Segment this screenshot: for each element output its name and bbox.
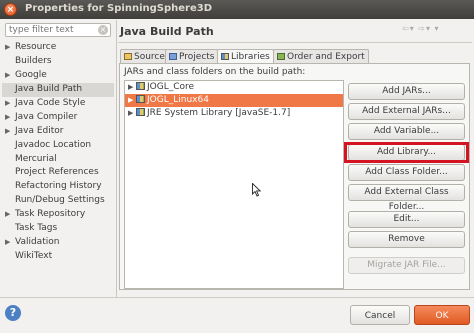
- expand-arrow-icon[interactable]: ▶: [5, 208, 10, 222]
- nav-item-builders[interactable]: Builders: [2, 55, 114, 69]
- title-bar: × Properties for SpinningSphere3D: [0, 0, 474, 19]
- nav-item-wikitext[interactable]: WikiText: [2, 250, 114, 264]
- expand-arrow-icon[interactable]: ▶: [5, 41, 10, 55]
- history-navigation: ⇦▾ ⇨▾ ▾: [402, 24, 440, 33]
- library-entry-label: JRE System Library [JavaSE-1.7]: [147, 108, 291, 118]
- migrate-jar-button: Migrate JAR File...: [348, 257, 465, 274]
- nav-item-task-tags[interactable]: Task Tags: [2, 222, 114, 236]
- library-entry-label: JOGL_Linux64: [147, 95, 209, 105]
- add-library-highlight-box: [344, 142, 469, 163]
- library-entry-jre-system-library[interactable]: ▶ JRE System Library [JavaSE-1.7]: [125, 107, 343, 120]
- nav-item-label: Task Repository: [15, 209, 86, 220]
- nav-item-validation[interactable]: ▶ Validation: [2, 236, 114, 250]
- window-title: Properties for SpinningSphere3D: [25, 3, 213, 14]
- tab-label: Source: [134, 52, 165, 62]
- nav-item-task-repository[interactable]: ▶ Task Repository: [2, 208, 114, 222]
- expand-arrow-icon[interactable]: ▶: [5, 111, 10, 125]
- nav-item-label: Validation: [15, 237, 60, 248]
- window-close-icon[interactable]: ×: [4, 3, 17, 16]
- add-variable-button[interactable]: Add Variable...: [348, 123, 465, 140]
- expand-arrow-icon[interactable]: ▶: [128, 81, 135, 94]
- header-divider: [118, 42, 472, 43]
- nav-item-mercurial[interactable]: Mercurial: [2, 153, 114, 167]
- nav-item-label: WikiText: [15, 251, 53, 262]
- nav-item-java-build-path[interactable]: Java Build Path: [2, 82, 114, 97]
- library-icon: [136, 108, 145, 116]
- filter-field[interactable]: ×: [5, 23, 111, 37]
- tab-label: Order and Export: [287, 52, 365, 62]
- page-title: Java Build Path: [120, 25, 214, 38]
- nav-item-label: Java Build Path: [15, 83, 83, 94]
- nav-item-label: Google: [15, 69, 47, 80]
- expand-arrow-icon[interactable]: ▶: [5, 97, 10, 111]
- nav-item-google[interactable]: ▶ Google: [2, 69, 114, 83]
- library-entry-label: JOGL_Core: [147, 82, 195, 92]
- view-menu-icon[interactable]: ▾: [435, 24, 440, 33]
- libraries-icon: [221, 53, 229, 60]
- cancel-button[interactable]: Cancel: [350, 305, 410, 325]
- add-jars-button[interactable]: Add JARs...: [348, 83, 465, 100]
- tab-label: Libraries: [231, 52, 270, 62]
- nav-item-java-code-style[interactable]: ▶ Java Code Style: [2, 97, 114, 111]
- add-external-jars-button[interactable]: Add External JARs...: [348, 103, 465, 120]
- remove-button[interactable]: Remove: [348, 231, 465, 248]
- nav-item-project-references[interactable]: Project References: [2, 166, 114, 180]
- expand-arrow-icon[interactable]: ▶: [128, 107, 135, 120]
- nav-item-java-compiler[interactable]: ▶ Java Compiler: [2, 111, 114, 125]
- mouse-pointer-icon: [252, 183, 262, 197]
- tab-projects[interactable]: Projects: [165, 49, 219, 64]
- libraries-tree[interactable]: ▶ JOGL_Core ▶ JOGL_Linux64 ▶ JRE System Lib…: [124, 80, 344, 289]
- nav-item-label: Java Editor: [15, 125, 64, 136]
- nav-item-label: Javadoc Location: [15, 139, 92, 150]
- add-class-folder-button[interactable]: Add Class Folder...: [348, 164, 465, 181]
- expand-arrow-icon[interactable]: ▶: [5, 236, 10, 250]
- libraries-list-label: JARs and class folders on the build path…: [124, 67, 306, 77]
- help-icon[interactable]: ?: [5, 305, 21, 321]
- footer-divider: [0, 297, 474, 298]
- nav-item-label: Mercurial: [15, 153, 57, 164]
- nav-item-resource[interactable]: ▶ Resource: [2, 41, 114, 55]
- clear-filter-icon[interactable]: ×: [98, 25, 108, 35]
- add-external-class-folder-button[interactable]: Add External Class Folder...: [348, 184, 465, 212]
- order-export-icon: [277, 53, 285, 60]
- forward-arrow-icon[interactable]: ⇨: [418, 24, 426, 33]
- library-entry-jogl-core[interactable]: ▶ JOGL_Core: [125, 81, 343, 94]
- property-page-tree: ▶ Resource Builders ▶ Google Java Build Pa…: [2, 41, 114, 264]
- nav-item-label: Task Tags: [15, 223, 58, 234]
- expand-arrow-icon[interactable]: ▶: [5, 125, 10, 139]
- tab-label: Projects: [179, 52, 215, 62]
- expand-arrow-icon[interactable]: ▶: [5, 69, 10, 83]
- nav-item-label: Project References: [15, 167, 99, 178]
- nav-item-refactoring-history[interactable]: Refactoring History: [2, 180, 114, 194]
- nav-item-label: Java Compiler: [15, 111, 78, 122]
- nav-item-label: Resource: [15, 42, 57, 52]
- tab-source[interactable]: Source: [120, 49, 169, 64]
- nav-item-javadoc-location[interactable]: Javadoc Location: [2, 139, 114, 153]
- library-icon: [136, 82, 145, 90]
- ok-button[interactable]: OK: [414, 305, 470, 325]
- tab-order-and-export[interactable]: Order and Export: [273, 49, 369, 64]
- projects-icon: [169, 53, 177, 60]
- nav-item-label: Refactoring History: [15, 181, 102, 192]
- edit-button[interactable]: Edit...: [348, 211, 465, 228]
- nav-item-label: Builders: [15, 55, 52, 66]
- nav-item-label: Java Code Style: [15, 97, 86, 108]
- expand-arrow-icon[interactable]: ▶: [128, 94, 135, 107]
- nav-item-run-debug-settings[interactable]: Run/Debug Settings: [2, 194, 114, 208]
- nav-item-java-editor[interactable]: ▶ Java Editor: [2, 125, 114, 139]
- nav-item-label: Run/Debug Settings: [15, 195, 105, 206]
- sash-divider[interactable]: [116, 20, 117, 297]
- filter-input[interactable]: [6, 24, 99, 36]
- source-folder-icon: [124, 53, 132, 60]
- library-entry-jogl-linux64[interactable]: ▶ JOGL_Linux64: [125, 94, 343, 107]
- back-arrow-icon[interactable]: ⇦: [402, 24, 410, 33]
- library-icon: [136, 95, 145, 103]
